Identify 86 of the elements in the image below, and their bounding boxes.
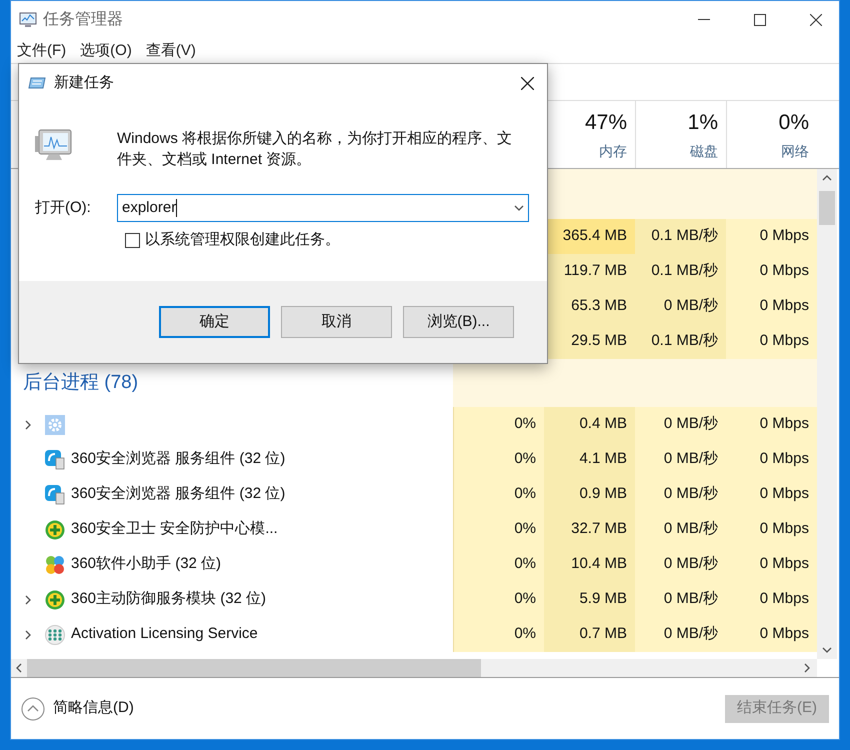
scrollbar-thumb[interactable] [819, 191, 835, 225]
network-cell: 0 Mbps [726, 407, 817, 442]
chevron-up-icon [822, 173, 832, 183]
network-cell: 0 Mbps [726, 512, 817, 547]
cpu-cell: 0% [453, 407, 544, 442]
process-name: 360安全卫士 安全防护中心模... [71, 519, 278, 540]
plus-shield-icon [45, 520, 65, 540]
dialog-button[interactable]: 取消 [281, 306, 392, 338]
menu-item[interactable]: 查看(V) [146, 40, 196, 62]
browser-server-icon [45, 450, 65, 470]
browser-server-icon [45, 484, 65, 504]
chevron-down-icon [514, 203, 524, 213]
chevron-left-icon [14, 663, 24, 673]
chevron-circle-up-icon [21, 696, 45, 720]
admin-checkbox[interactable] [125, 232, 140, 248]
disk-cell: 0 MB/秒 [635, 547, 726, 582]
monitor-chart-icon [35, 128, 73, 162]
chevron-right-icon [23, 594, 33, 604]
process-name: 360软件小助手 (32 位) [71, 554, 222, 574]
disk-cell: 0 MB/秒 [635, 477, 726, 512]
memory-cell: 0.4 MB [544, 407, 635, 442]
open-combobox[interactable]: explorer [117, 194, 529, 222]
memory-cell: 0.9 MB [544, 477, 635, 512]
colored-balls-icon [45, 554, 65, 574]
group-header[interactable]: 后台进程 (78) [23, 368, 138, 398]
disk-cell: 0 MB/秒 [635, 617, 726, 652]
memory-cell: 0.7 MB [544, 617, 635, 652]
network-cell: 0 Mbps [726, 547, 817, 582]
minimize-icon [698, 19, 710, 21]
vertical-scrollbar[interactable] [817, 169, 837, 659]
chevron-right-icon [802, 663, 812, 673]
disk-cell: 0.1 MB/秒 [635, 219, 726, 254]
network-cell: 0 Mbps [726, 477, 817, 512]
chevron-down-icon [822, 645, 832, 655]
cpu-cell: 0% [453, 477, 544, 512]
plus-shield-icon [45, 590, 65, 610]
memory-cell: 10.4 MB [544, 547, 635, 582]
network-cell: 0 Mbps [726, 442, 817, 477]
cpu-cell: 0% [453, 547, 544, 582]
maximize-icon [754, 14, 766, 26]
cpu-cell: 0% [453, 512, 544, 547]
chevron-right-icon [23, 420, 33, 430]
column-header[interactable]: 1% 磁盘 [635, 101, 726, 168]
disk-cell: 0.1 MB/秒 [635, 324, 726, 359]
process-name: 360安全浏览器 服务组件 (32 位) [71, 484, 286, 504]
network-cell: 0 Mbps [726, 582, 817, 617]
dialog-button[interactable]: 浏览(B)... [403, 306, 514, 338]
window-title: 任务管理器 [43, 10, 123, 30]
dialog-title: 新建任务 [54, 72, 114, 93]
horizontal-scrollbar[interactable] [11, 659, 817, 677]
close-icon [520, 76, 534, 90]
disk-cell: 0 MB/秒 [635, 512, 726, 547]
network-cell: 0 Mbps [726, 219, 817, 254]
network-cell: 0 Mbps [726, 617, 817, 652]
monitor-icon [19, 12, 37, 28]
process-name: Activation Licensing Service [71, 624, 258, 644]
disk-cell: 0 MB/秒 [635, 289, 726, 324]
close-icon [810, 14, 822, 26]
network-cell: 0 Mbps [726, 324, 817, 359]
fewer-details-button[interactable]: 简略信息(D) [21, 696, 134, 720]
run-icon [28, 77, 46, 89]
chevron-right-icon [23, 630, 33, 640]
disk-cell: 0 MB/秒 [635, 442, 726, 477]
menu-item[interactable]: 文件(F) [17, 40, 66, 62]
disk-cell: 0 MB/秒 [635, 582, 726, 617]
dot-grid-icon [45, 624, 65, 644]
menu-item[interactable]: 选项(O) [80, 40, 132, 62]
gear-icon [45, 414, 65, 434]
disk-cell: 0 MB/秒 [635, 407, 726, 442]
process-name: 360主动防御服务模块 (32 位) [71, 589, 266, 610]
network-cell: 0 Mbps [726, 254, 817, 289]
memory-cell: 4.1 MB [544, 442, 635, 477]
network-cell: 0 Mbps [726, 289, 817, 324]
scrollbar-thumb[interactable] [27, 659, 481, 677]
disk-cell: 0.1 MB/秒 [635, 254, 726, 289]
process-name: 360安全浏览器 服务组件 (32 位) [71, 449, 286, 470]
dialog-button[interactable]: 确定 [159, 306, 270, 338]
dialog-message: Windows 将根据你所键入的名称，为你打开相应的程序、文件夹、文档或 Internet 资源。 [117, 129, 514, 170]
cpu-cell: 0% [453, 582, 544, 617]
checkbox-label: 以系统管理权限创建此任务。 [145, 230, 340, 250]
cpu-cell: 0% [453, 442, 544, 477]
cpu-cell: 0% [453, 617, 544, 652]
column-header[interactable]: 0% 网络 [726, 101, 817, 168]
open-label: 打开(O): [35, 198, 92, 218]
memory-cell: 5.9 MB [544, 582, 635, 617]
memory-cell: 32.7 MB [544, 512, 635, 547]
